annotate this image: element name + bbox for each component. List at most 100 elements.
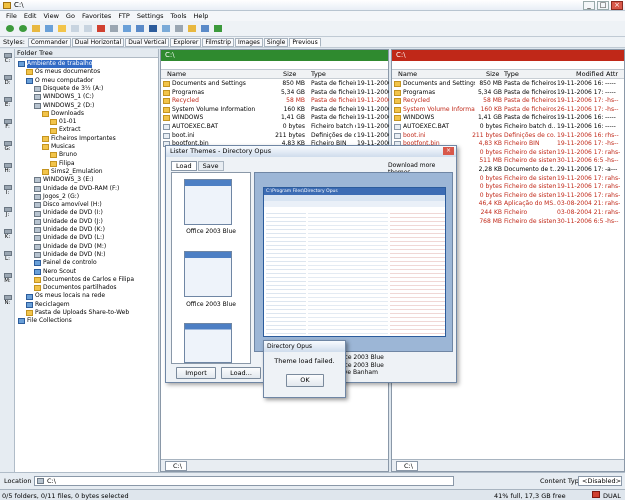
theme-thumbnail[interactable] (184, 323, 232, 363)
col-size[interactable]: Size (486, 70, 499, 79)
tree-item[interactable]: Sims2_Emulation (42, 168, 103, 176)
col-name[interactable]: Name (167, 70, 186, 79)
drive-button-c[interactable]: C: (2, 53, 13, 64)
theme-name[interactable]: Office 2003 Blue (174, 228, 248, 235)
theme-name[interactable]: Office 2003 Blue (174, 301, 248, 308)
view-list-icon[interactable] (134, 23, 145, 34)
style-dual-vertical[interactable]: Dual Vertical (125, 37, 170, 47)
file-row[interactable]: System Volume Information 160 KBPasta de … (392, 106, 624, 115)
style-filmstrip[interactable]: Filmstrip (202, 37, 234, 47)
theme-thumbnail[interactable] (184, 179, 232, 225)
tree-item[interactable]: 01-01 (50, 118, 76, 126)
tab-load[interactable]: Load (171, 161, 197, 171)
menu-file[interactable]: File (6, 11, 17, 21)
content-type-select[interactable]: <Disabled> (578, 476, 622, 486)
view-thumbs-icon[interactable] (160, 23, 171, 34)
style-commander[interactable]: Commander (27, 37, 71, 47)
properties-icon[interactable] (108, 23, 119, 34)
tree-item[interactable]: Os meus documentos (26, 68, 100, 76)
undo-icon[interactable] (121, 23, 132, 34)
delete-icon[interactable] (95, 23, 106, 34)
col-modified[interactable]: Modified (576, 70, 604, 79)
tree-item[interactable]: Documentos partilhados (34, 284, 117, 292)
file-row[interactable]: boot.ini211 bytesDefinições de co...19-1… (161, 132, 389, 141)
right-folder-tab[interactable]: C:\ (396, 461, 418, 471)
view-power-icon[interactable] (173, 23, 184, 34)
drive-button-h[interactable]: H: (2, 163, 13, 174)
menu-settings[interactable]: Settings (137, 11, 164, 21)
tree-item[interactable]: WINDOWS_2 (D:) (34, 102, 94, 110)
maximize-button[interactable]: □ (597, 1, 609, 10)
tree-item[interactable]: Unidade de DVD (J:) (34, 218, 103, 226)
close-button[interactable]: × (611, 1, 623, 10)
up-icon[interactable] (30, 23, 41, 34)
tree-item[interactable]: Filipa (50, 160, 75, 168)
tree-item[interactable]: WINDOWS_1 (C:) (34, 93, 94, 101)
dialog-close-icon[interactable]: × (443, 147, 454, 155)
tree-item[interactable]: Ambiente de trabalho (18, 60, 93, 69)
file-row[interactable]: Recycled58 MBPasta de ficheiros19-11-200… (392, 97, 624, 106)
tree-item[interactable]: Nero Scout (34, 268, 76, 276)
menu-favorites[interactable]: Favorites (82, 11, 111, 21)
file-row[interactable]: Programas 5,34 GB Pasta de ficheiros19-11-… (161, 89, 389, 98)
tree-item[interactable]: Disco amovível (H:) (34, 201, 102, 209)
tree-item[interactable]: WINDOWS_3 (E:) (34, 176, 94, 184)
menu-view[interactable]: View (43, 11, 58, 21)
tree-item[interactable]: Unidade de DVD-RAM (F:) (34, 185, 119, 193)
dual-mode[interactable]: DUAL (603, 492, 621, 500)
drive-button-e[interactable]: E: (2, 97, 13, 108)
file-row[interactable]: WINDOWS1,41 GBPasta de ficheiros19-11-20… (392, 114, 624, 123)
filter-icon[interactable] (186, 23, 197, 34)
back-icon[interactable] (4, 23, 15, 34)
left-folder-tab[interactable]: C:\ (165, 461, 187, 471)
col-attr[interactable]: Attr (606, 70, 618, 79)
ok-button[interactable]: OK (286, 374, 324, 387)
col-size[interactable]: Size (283, 70, 296, 79)
tree-item[interactable]: Musicas (42, 143, 75, 151)
tree-item[interactable]: Unidade de DVD (M:) (34, 243, 106, 251)
file-row[interactable]: Documents and Settings 850 MB Pasta de fic… (161, 80, 389, 89)
minimize-button[interactable]: _ (583, 1, 595, 10)
drive-button-i[interactable]: I: (2, 185, 13, 196)
style-dual-horizontal[interactable]: Dual Horizontal (71, 37, 125, 47)
file-row[interactable]: Recycled58 MBPasta de ficheiros19-11-200… (161, 97, 389, 106)
tree-item[interactable]: Unidade de DVD (I:) (34, 209, 103, 217)
tree-item[interactable]: Ficheiros Importantes (42, 135, 116, 143)
tree-item[interactable]: Os meus locais na rede (26, 292, 105, 300)
drive-button-j[interactable]: J: (2, 207, 13, 218)
theme-thumbnail[interactable] (184, 251, 232, 297)
tree-item[interactable]: Jogos_2 (G:) (34, 193, 79, 201)
tree-item[interactable]: Pasta de Uploads Share-to-Web (26, 309, 129, 317)
tree-item[interactable]: Unidade de DVD (N:) (34, 251, 106, 259)
tab-save[interactable]: Save (197, 161, 224, 171)
tree-item[interactable]: Documentos de Carlos e Filipa (34, 276, 134, 284)
tree-item[interactable]: O meu computador (26, 77, 93, 85)
col-name[interactable]: Name (398, 70, 417, 79)
style-single[interactable]: Single (263, 37, 289, 47)
import-button[interactable]: Import (176, 367, 216, 379)
file-row[interactable]: Documents and Settings 850 MB Pasta de fic… (392, 80, 624, 89)
drive-button-d[interactable]: D: (2, 75, 13, 86)
view-details-icon[interactable] (147, 23, 158, 34)
tree-item[interactable]: Downloads (42, 110, 84, 118)
drive-button-n[interactable]: N: (2, 295, 13, 306)
tree-icon[interactable] (212, 23, 223, 34)
location-field[interactable]: C:\ (34, 476, 454, 486)
drive-button-f[interactable]: F: (2, 119, 13, 130)
drive-button-l[interactable]: L: (2, 251, 13, 262)
load-button[interactable]: Load... (221, 367, 261, 379)
tree-item[interactable]: File Collections (18, 317, 72, 325)
file-row[interactable]: AUTOEXEC.BAT 0 bytes Ficheiro batch d...19… (161, 123, 389, 132)
new-folder-icon[interactable] (56, 23, 67, 34)
col-type[interactable]: Type (504, 70, 519, 79)
style-explorer[interactable]: Explorer (170, 37, 202, 47)
menu-ftp[interactable]: FTP (118, 11, 130, 21)
col-type[interactable]: Type (311, 70, 326, 79)
file-row[interactable]: boot.ini211 bytesDefinições de co...19-1… (392, 132, 624, 141)
drive-button-g[interactable]: G: (2, 141, 13, 152)
tree-item[interactable]: Disquete de 3½ (A:) (34, 85, 103, 93)
move-icon[interactable] (82, 23, 93, 34)
menu-go[interactable]: Go (66, 11, 75, 21)
file-row[interactable]: WINDOWS1,41 GBPasta de ficheiros19-11-20… (161, 114, 389, 123)
tree-item[interactable]: Unidade de DVD (K:) (34, 226, 105, 234)
